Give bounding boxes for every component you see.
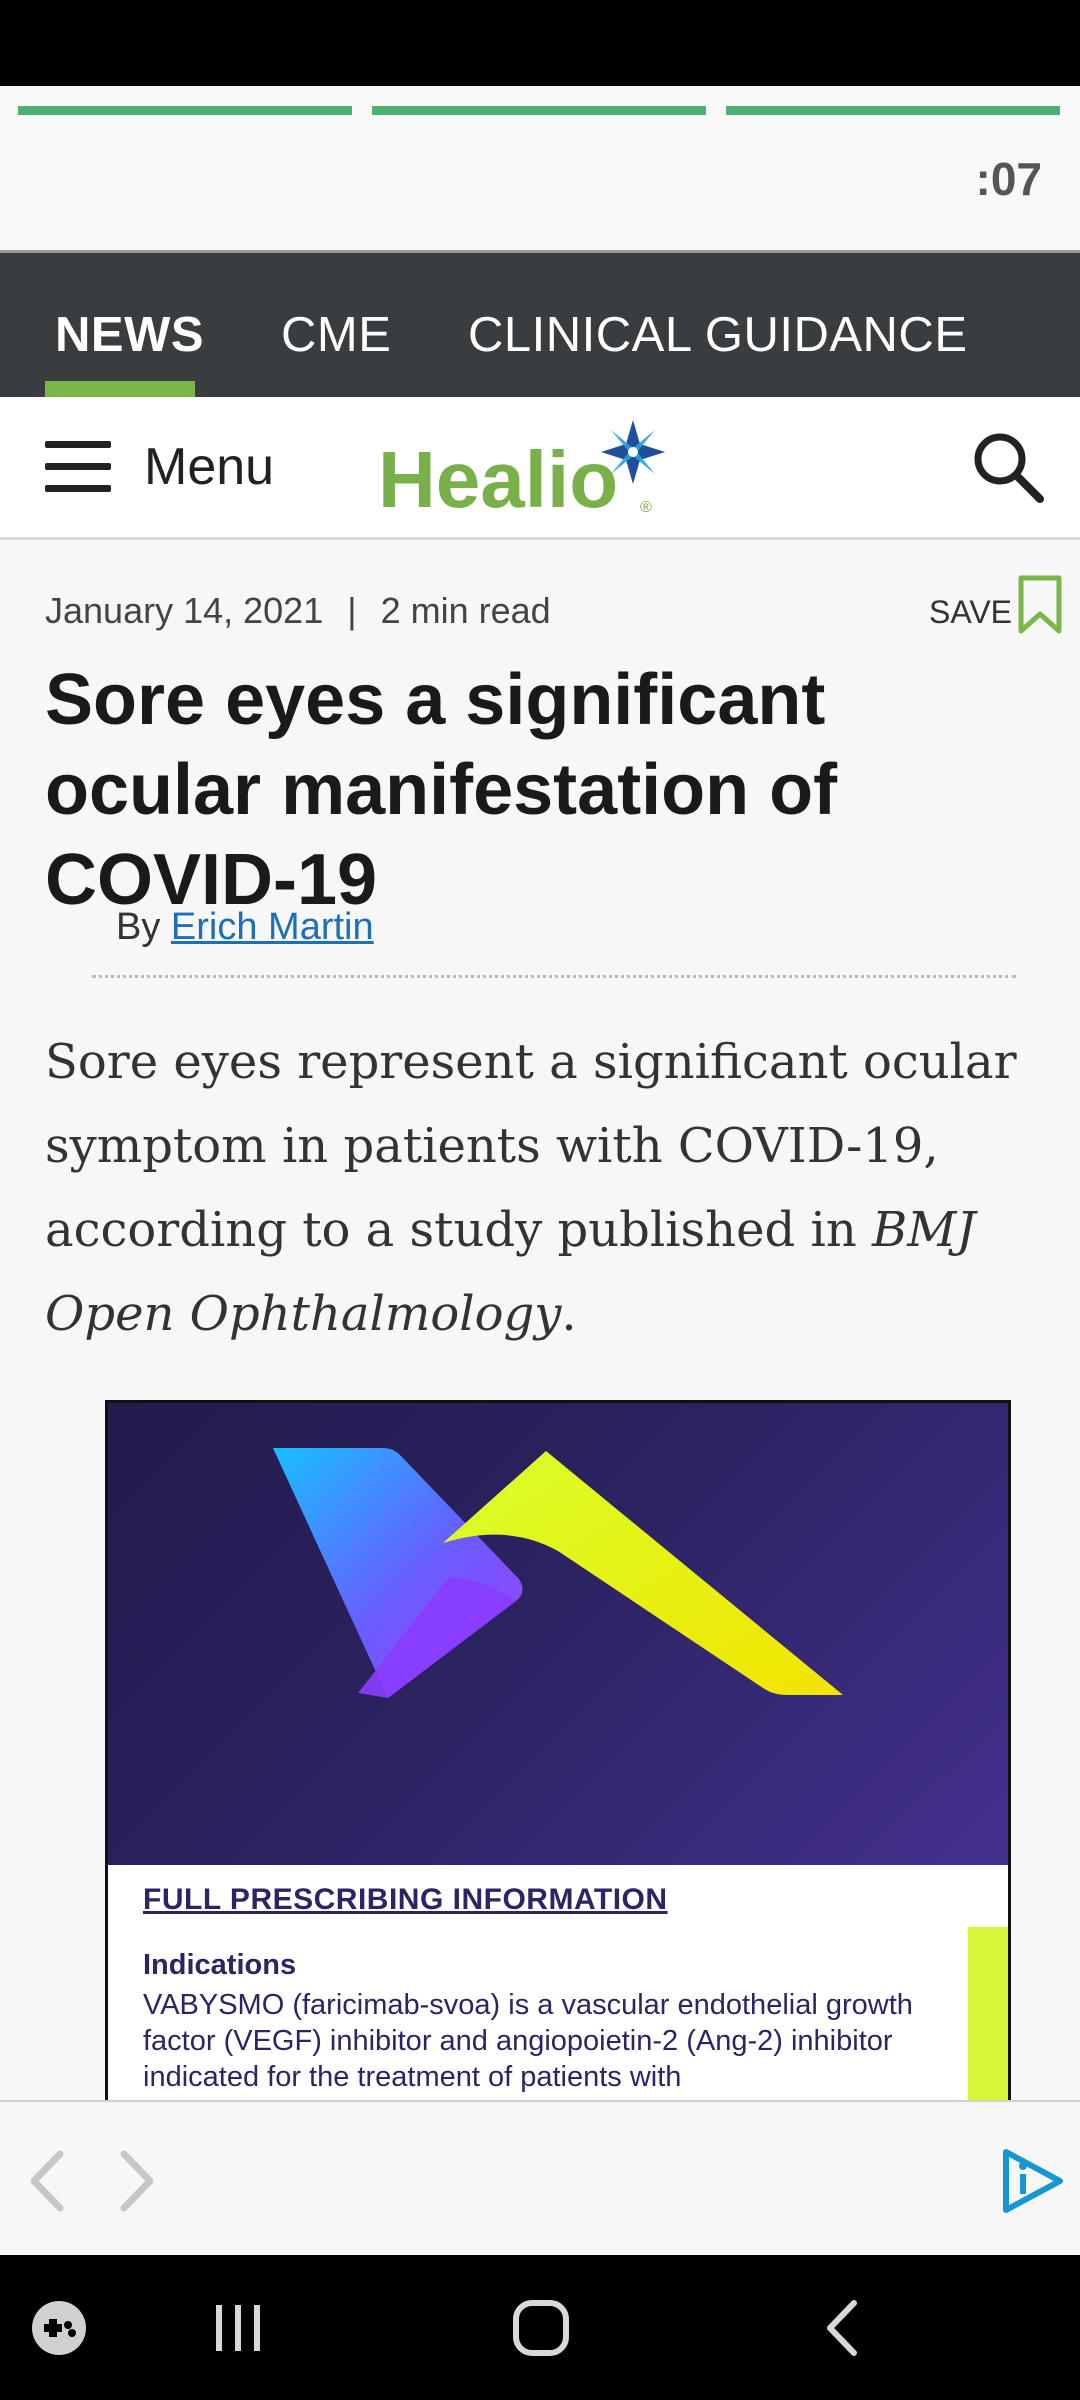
byline-prefix: By	[116, 906, 161, 948]
status-bar	[0, 0, 1080, 86]
meta-separator: |	[347, 590, 357, 631]
article-meta: January 14, 2021 | 2 min read	[45, 590, 551, 632]
back-arrow-icon[interactable]	[22, 2146, 72, 2216]
tab-clinical-guidance[interactable]: CLINICAL GUIDANCE	[468, 307, 968, 363]
ad-banner[interactable]	[108, 1403, 1008, 1865]
ad-logo-graphic	[273, 1448, 843, 1698]
forward-arrow-icon[interactable]	[112, 2146, 162, 2216]
active-tab-indicator	[45, 381, 195, 397]
gamepad-icon[interactable]	[30, 2299, 88, 2362]
bookmark-icon[interactable]	[1016, 574, 1064, 636]
progress-segment-2	[372, 106, 706, 115]
search-icon[interactable]	[970, 429, 1046, 505]
logo-wordmark: Healio	[378, 435, 618, 524]
story-progress-header: :07	[0, 86, 1080, 253]
healio-logo[interactable]: Healio ®	[378, 417, 708, 527]
byline-divider	[92, 975, 1016, 978]
article-date: January 14, 2021	[45, 590, 324, 631]
menu-button-label[interactable]: Menu	[144, 437, 274, 497]
progress-segment-1	[18, 106, 352, 115]
lead-end: .	[561, 1286, 577, 1342]
site-header: Menu Healio ®	[0, 397, 1080, 540]
author-link[interactable]: Erich Martin	[171, 906, 374, 948]
ad-heading[interactable]: FULL PRESCRIBING INFORMATION	[143, 1883, 668, 1917]
advertisement[interactable]: FULL PRESCRIBING INFORMATION Indications…	[105, 1400, 1011, 2106]
recents-icon[interactable]	[212, 2301, 264, 2360]
ad-indications-text: VABYSMO (faricimab-svoa) is a vascular e…	[143, 1989, 913, 2093]
browser-bottom-bar	[0, 2100, 1080, 2257]
story-timer: :07	[975, 153, 1042, 205]
save-button-label[interactable]: SAVE	[929, 594, 1012, 631]
logo-registered-mark: ®	[640, 499, 652, 516]
tab-cme[interactable]: CME	[281, 307, 391, 363]
home-icon[interactable]	[512, 2299, 570, 2362]
article-lead: Sore eyes represent a significant ocular…	[45, 1020, 1055, 1356]
ad-scroll-stripe	[968, 1927, 1008, 2103]
lead-text: Sore eyes represent a significant ocular…	[45, 1034, 1017, 1258]
read-time: 2 min read	[380, 590, 551, 631]
ad-prescribing-info: FULL PRESCRIBING INFORMATION Indications…	[108, 1865, 1008, 2103]
tab-news[interactable]: NEWS	[55, 307, 204, 363]
byline: By Erich Martin	[116, 906, 374, 949]
back-icon[interactable]	[822, 2299, 862, 2362]
menu-icon[interactable]	[45, 441, 111, 493]
ad-indications-title: Indications	[143, 1949, 297, 1981]
article-headline: Sore eyes a significant ocular manifesta…	[45, 660, 838, 920]
section-nav: NEWS CME CLINICAL GUIDANCE	[0, 253, 1080, 397]
progress-segment-3	[726, 106, 1060, 115]
brand-icon[interactable]	[998, 2146, 1064, 2216]
system-nav-bar	[0, 2255, 1080, 2400]
